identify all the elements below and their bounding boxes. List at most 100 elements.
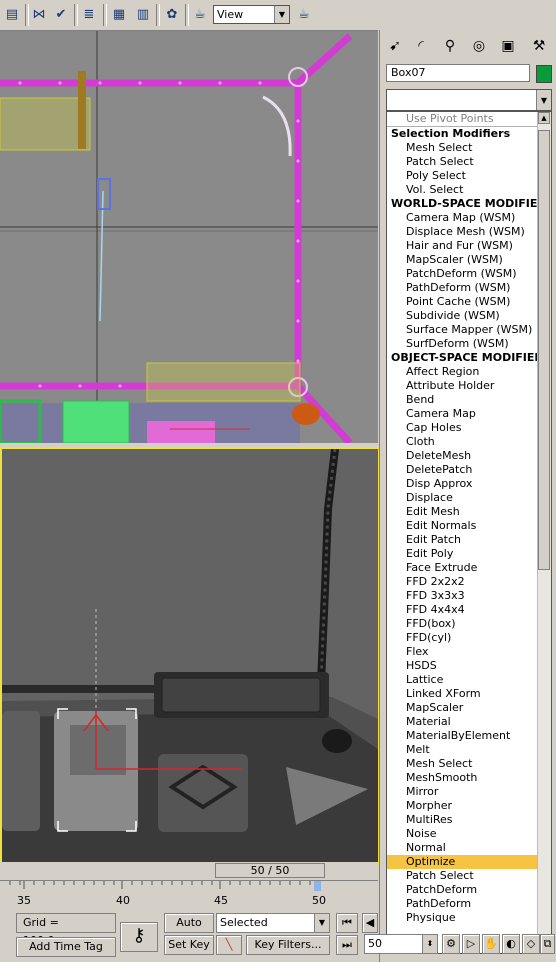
zoom-icon[interactable]: ▷ [462,934,480,954]
modifier-list-item[interactable]: Subdivide (WSM) [387,309,551,323]
modifier-list-item[interactable]: MaterialByElement [387,729,551,743]
modifier-list-item[interactable]: Edit Normals [387,519,551,533]
modifier-list-item[interactable]: Camera Map (WSM) [387,211,551,225]
chevron-down-icon[interactable]: ▼ [536,90,551,110]
create-icon[interactable]: ➹ [384,35,406,57]
modifier-list-item[interactable]: Edit Patch [387,533,551,547]
modifier-list-item[interactable]: SurfDeform (WSM) [387,337,551,351]
modifier-list-item[interactable]: Patch Select [387,155,551,169]
modifier-list-item[interactable]: Attribute Holder [387,379,551,393]
viewport-perspective[interactable] [0,447,380,866]
auto-key-button[interactable]: Auto Key [164,913,214,933]
modifier-list-scrollbar[interactable]: ▲ ▼ [537,112,551,953]
field-of-view-icon[interactable]: ◇ [522,934,540,954]
time-slider-thumb[interactable]: 50 / 50 [215,863,325,878]
layer-manager-icon[interactable]: ≣ [79,4,99,24]
viewport-top-canvas[interactable] [0,31,378,443]
modifier-list-item[interactable]: PathDeform (WSM) [387,281,551,295]
modifier-list-item[interactable]: FFD 2x2x2 [387,575,551,589]
modifier-list-item[interactable]: Poly Select [387,169,551,183]
pan-view-icon[interactable]: ✋ [482,934,500,954]
modifier-list-item[interactable]: Patch Select [387,869,551,883]
modify-icon[interactable]: ◜ [410,35,432,57]
viewport-top[interactable] [0,31,378,443]
modifier-list-item[interactable]: Displace [387,491,551,505]
modifier-list-item[interactable]: Optimize [387,855,551,869]
modifier-list-item[interactable]: DeleteMesh [387,449,551,463]
modifier-list-item[interactable]: MeshSmooth [387,771,551,785]
display-icon[interactable]: ▣ [497,35,519,57]
mirror-icon[interactable]: ⋈ [29,4,49,24]
modifier-list-item[interactable]: DeletePatch [387,463,551,477]
key-mode-icon[interactable]: ⏭ [336,935,358,955]
modifier-list-item[interactable]: Normal [387,841,551,855]
viewport-perspective-canvas[interactable] [2,449,378,864]
modifier-list-item[interactable]: Melt [387,743,551,757]
modifier-list-item[interactable]: Camera Map [387,407,551,421]
select-and-link-icon[interactable]: ▤ [2,4,22,24]
set-key-button[interactable]: Set Key [164,935,214,955]
modifier-list-item[interactable]: HSDS [387,659,551,673]
modifier-list-item[interactable]: Linked XForm [387,687,551,701]
modifier-list-item[interactable]: Material [387,715,551,729]
maximize-viewport-icon[interactable]: ⧉ [540,934,555,954]
modifier-list[interactable]: Use Pivot PointsSelection ModifiersMesh … [386,111,552,954]
modifier-list-item[interactable]: FFD(box) [387,617,551,631]
add-time-tag-button[interactable]: Add Time Tag [16,937,116,957]
hierarchy-icon[interactable]: ⚲ [439,35,461,57]
reference-coordinate-select[interactable]: View ▼ [213,5,290,24]
material-editor-icon[interactable]: ✿ [162,4,182,24]
object-color-swatch[interactable] [536,65,552,83]
modifier-list-item[interactable]: Vol. Select [387,183,551,197]
modifier-list-item[interactable]: FFD 3x3x3 [387,589,551,603]
modifier-list-item[interactable]: Edit Mesh [387,505,551,519]
modifier-list-item[interactable]: Face Extrude [387,561,551,575]
modifier-list-item[interactable]: Edit Poly [387,547,551,561]
key-mode-toggle-icon[interactable]: ╲ [216,935,242,955]
track-bar[interactable]: 35 40 45 50 [0,880,378,909]
modifier-list-item[interactable]: Displace Mesh (WSM) [387,225,551,239]
modifier-list-item[interactable]: Bend [387,393,551,407]
curve-editor-icon[interactable]: ▦ [109,4,129,24]
spinner-icon[interactable]: ⬍ [422,935,437,953]
orbit-icon[interactable]: ◐ [502,934,520,954]
modifier-list-item[interactable]: Cap Holes [387,421,551,435]
modifier-list-item[interactable]: PatchDeform (WSM) [387,267,551,281]
modifier-list-item[interactable]: Hair and Fur (WSM) [387,239,551,253]
modifier-list-item[interactable]: Mirror [387,785,551,799]
object-name-field[interactable]: Box07 [386,64,530,82]
time-slider[interactable]: 50 / 50 [0,862,378,880]
scrollbar-thumb[interactable] [538,130,550,570]
modifier-list-item[interactable]: Flex [387,645,551,659]
modifier-list-dropdown[interactable]: ▼ [386,89,552,111]
render-scene-icon[interactable]: ☕ [190,4,210,24]
modifier-list-item[interactable]: FFD 4x4x4 [387,603,551,617]
schematic-view-icon[interactable]: ▥ [133,4,153,24]
utilities-icon[interactable]: ⚒ [528,35,550,57]
modifier-list-item[interactable]: Mesh Select [387,141,551,155]
modifier-list-item[interactable]: MapScaler [387,701,551,715]
modifier-list-item[interactable]: Physique [387,911,551,925]
modifier-list-item[interactable]: PatchDeform [387,883,551,897]
current-frame-field[interactable]: 50 ⬍ [364,934,438,954]
scroll-up-icon[interactable]: ▲ [538,112,550,124]
modifier-list-item[interactable]: Morpher [387,799,551,813]
modifier-list-item[interactable]: FFD(cyl) [387,631,551,645]
modifier-list-item[interactable]: Use Pivot Points [387,112,551,127]
modifier-list-item[interactable]: Lattice [387,673,551,687]
modifier-list-item[interactable]: MapScaler (WSM) [387,253,551,267]
key-icon[interactable]: ⚷ [120,922,158,952]
motion-icon[interactable]: ◎ [468,35,490,57]
chevron-down-icon[interactable]: ▼ [274,6,289,23]
modifier-list-item[interactable]: Point Cache (WSM) [387,295,551,309]
modifier-list-item[interactable]: Affect Region [387,365,551,379]
modifier-list-item[interactable]: Disp Approx [387,477,551,491]
go-to-start-icon[interactable]: ⏮ [336,913,358,933]
time-config-icon[interactable]: ⚙ [442,934,460,954]
align-icon[interactable]: ✔ [51,4,71,24]
modifier-list-item[interactable]: Mesh Select [387,757,551,771]
modifier-list-item[interactable]: Surface Mapper (WSM) [387,323,551,337]
modifier-list-item[interactable]: PathDeform [387,897,551,911]
modifier-list-item[interactable]: Cloth [387,435,551,449]
chevron-down-icon[interactable]: ▼ [314,914,329,932]
